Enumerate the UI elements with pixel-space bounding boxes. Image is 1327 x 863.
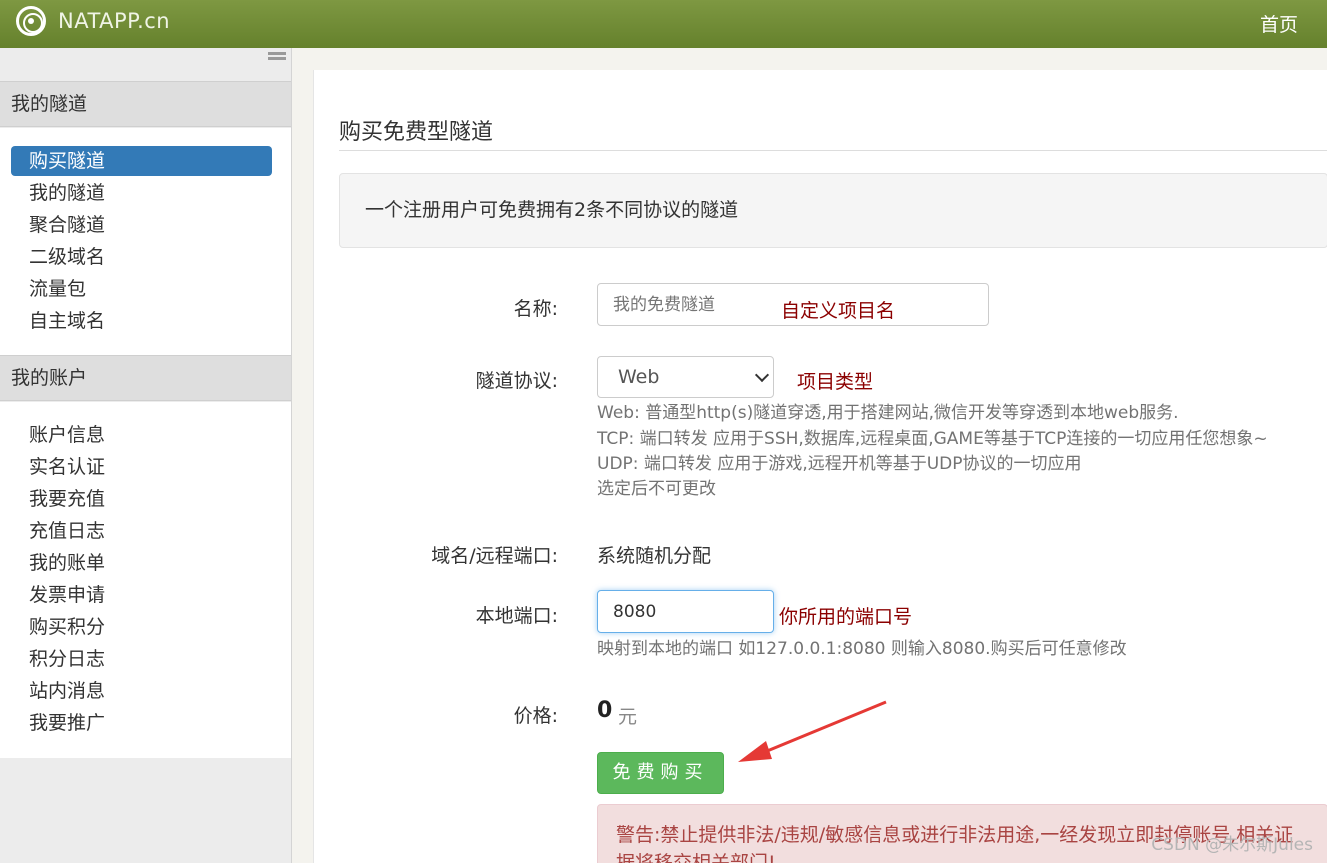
domain-label: 域名/远程端口:	[431, 545, 558, 567]
page-title: 购买免费型隧道	[339, 120, 494, 145]
sidebar-item-buy-points[interactable]: 购买积分	[11, 612, 272, 642]
sidebar-item-promote[interactable]: 我要推广	[11, 708, 272, 738]
protocol-help-web: Web: 普通型http(s)隧道穿透,用于搭建网站,微信开发等穿透到本地web…	[597, 403, 1179, 423]
sidebar-section-account: 我的账户	[0, 355, 291, 401]
protocol-help-tcp: TCP: 端口转发 应用于SSH,数据库,远程桌面,GAME等基于TCP连接的一…	[597, 429, 1268, 449]
sidebar-item-aggregate-tunnels[interactable]: 聚合隧道	[11, 210, 272, 240]
sidebar-item-verification[interactable]: 实名认证	[11, 452, 272, 482]
sidebar-item-account-info[interactable]: 账户信息	[11, 420, 272, 450]
protocol-select[interactable]: Web	[597, 356, 774, 398]
sidebar-item-recharge-log[interactable]: 充值日志	[11, 516, 272, 546]
sidebar-item-subdomain[interactable]: 二级域名	[11, 242, 272, 272]
protocol-selected-value: Web	[618, 366, 660, 388]
sidebar: 我的隧道 购买隧道 我的隧道 聚合隧道 二级域名 流量包 自主域名 我的账户 账…	[0, 48, 292, 863]
sidebar-item-points-log[interactable]: 积分日志	[11, 644, 272, 674]
protocol-annotation: 项目类型	[797, 371, 874, 393]
natapp-logo-icon	[16, 6, 46, 36]
csdn-watermark: CSDN @朱尔斯Jules	[1151, 835, 1313, 855]
sidebar-section-tunnels: 我的隧道	[0, 81, 291, 127]
local-port-label: 本地端口:	[475, 605, 558, 627]
chevron-down-icon	[754, 367, 770, 383]
sidebar-item-buy-tunnel[interactable]: 购买隧道	[11, 146, 272, 176]
port-help: 映射到本地的端口 如127.0.0.1:8080 则输入8080.购买后可任意修…	[597, 639, 1127, 659]
sidebar-collapse-icon[interactable]	[268, 52, 286, 64]
protocol-label: 隧道协议:	[475, 370, 558, 392]
price-value: 0	[597, 698, 613, 723]
price-unit: 元	[618, 706, 638, 728]
port-annotation: 你所用的端口号	[779, 606, 913, 628]
title-divider	[339, 150, 1327, 151]
brand[interactable]: NATAPP.cn	[16, 6, 170, 36]
protocol-help-note: 选定后不可更改	[597, 479, 716, 499]
top-navbar: NATAPP.cn 首页	[0, 0, 1327, 48]
main-panel: 购买免费型隧道 一个注册用户可免费拥有2条不同协议的隧道 名称: 自定义项目名 …	[313, 70, 1327, 863]
sidebar-group-account: 账户信息 实名认证 我要充值 充值日志 我的账单 发票申请 购买积分 积分日志 …	[0, 402, 291, 758]
sidebar-item-traffic-pack[interactable]: 流量包	[11, 274, 272, 304]
free-buy-button[interactable]: 免费购买	[597, 752, 724, 794]
brand-name: NATAPP.cn	[58, 9, 171, 33]
sidebar-item-invoice[interactable]: 发票申请	[11, 580, 272, 610]
sidebar-item-recharge[interactable]: 我要充值	[11, 484, 272, 514]
domain-value: 系统随机分配	[597, 545, 712, 567]
local-port-input[interactable]	[597, 590, 774, 633]
nav-home-link[interactable]: 首页	[1260, 10, 1298, 37]
sidebar-group-tunnels: 购买隧道 我的隧道 聚合隧道 二级域名 流量包 自主域名	[0, 128, 291, 355]
sidebar-item-messages[interactable]: 站内消息	[11, 676, 272, 706]
price-label: 价格:	[513, 705, 558, 727]
protocol-help-udp: UDP: 端口转发 应用于游戏,远程开机等基于UDP协议的一切应用	[597, 454, 1082, 474]
sidebar-item-custom-domain[interactable]: 自主域名	[11, 306, 272, 336]
sidebar-item-my-tunnels[interactable]: 我的隧道	[11, 178, 272, 208]
notice-box: 一个注册用户可免费拥有2条不同协议的隧道	[339, 173, 1327, 248]
sidebar-item-bills[interactable]: 我的账单	[11, 548, 272, 578]
name-annotation: 自定义项目名	[781, 300, 896, 322]
name-label: 名称:	[513, 298, 558, 320]
